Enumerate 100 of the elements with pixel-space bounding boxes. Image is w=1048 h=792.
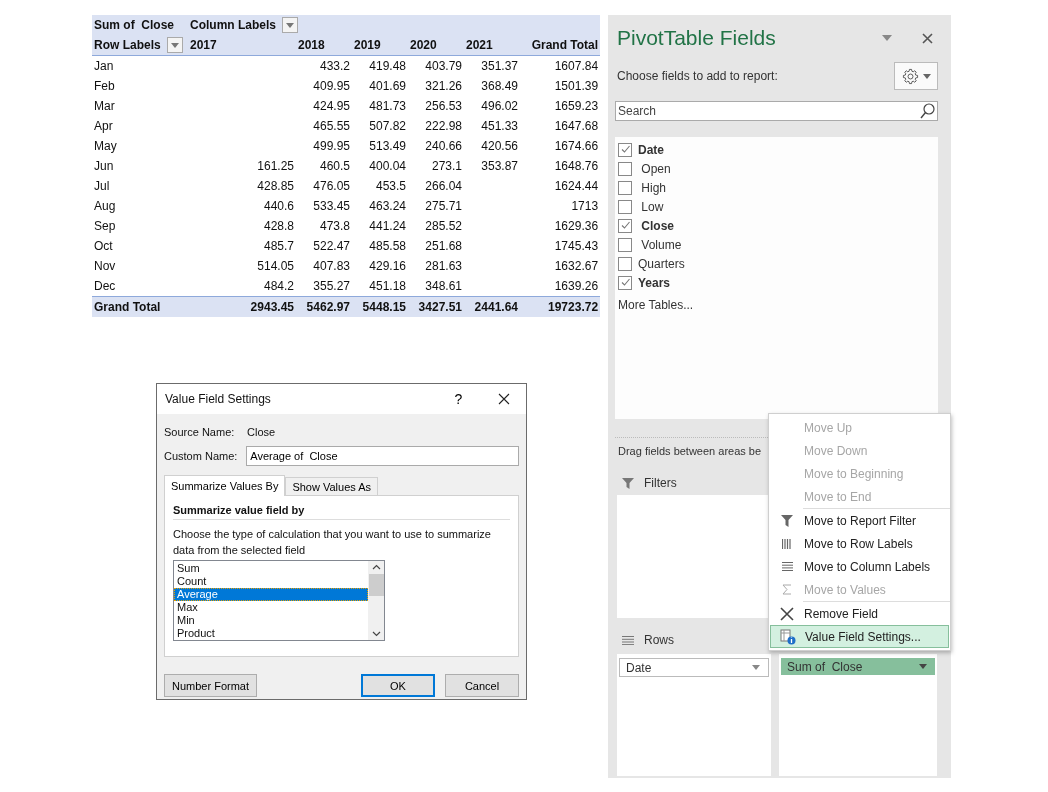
search-icon bbox=[920, 103, 935, 119]
dialog-button[interactable]: OK bbox=[361, 674, 435, 697]
column-header: 2019 bbox=[354, 38, 381, 52]
description-text: Choose the type of calculation that you want to use to summarize data from the selected field bbox=[173, 527, 492, 558]
list-item[interactable]: Average bbox=[174, 588, 368, 601]
help-button[interactable]: ? bbox=[436, 384, 481, 414]
table-cell: 441.24 bbox=[369, 219, 406, 233]
checkbox[interactable] bbox=[618, 180, 632, 195]
rows-icon bbox=[622, 635, 634, 645]
table-cell: 1607.84 bbox=[554, 59, 599, 73]
field-name[interactable]: Quarters bbox=[638, 256, 685, 271]
pane-title: PivotTable Fields bbox=[617, 26, 776, 50]
table-cell: 161.25 bbox=[257, 159, 294, 173]
close-icon bbox=[497, 393, 510, 405]
table-cell: 507.82 bbox=[369, 119, 406, 133]
total-cell: 19723.72 bbox=[548, 300, 599, 314]
close-icon[interactable] bbox=[922, 32, 933, 44]
field-name[interactable]: Low bbox=[638, 199, 664, 214]
row-label: Aug bbox=[94, 199, 116, 213]
checkbox[interactable] bbox=[618, 237, 632, 252]
menu-item[interactable]: Move to Report Filter bbox=[770, 509, 949, 532]
tab[interactable]: Show Values As bbox=[285, 477, 379, 495]
row-label: Oct bbox=[94, 239, 113, 253]
list-item[interactable]: Count bbox=[174, 575, 368, 588]
custom-name-field[interactable]: Average of Close bbox=[246, 446, 519, 466]
table-cell: 409.95 bbox=[313, 79, 350, 93]
field-label: Custom Name: bbox=[164, 450, 239, 462]
table-cell: 400.04 bbox=[369, 159, 406, 173]
table-cell: 451.18 bbox=[369, 279, 406, 293]
table-cell: 1659.23 bbox=[554, 99, 599, 113]
column-header: 2020 bbox=[410, 38, 437, 52]
checkbox[interactable] bbox=[618, 275, 632, 290]
column-bars-icon bbox=[782, 538, 792, 549]
table-cell: 499.95 bbox=[313, 139, 350, 153]
total-cell: 3427.51 bbox=[418, 300, 462, 314]
table-cell: 273.1 bbox=[431, 159, 462, 173]
tab[interactable]: Summarize Values By bbox=[164, 475, 286, 496]
dialog-button[interactable]: Number Format bbox=[164, 674, 258, 697]
table-cell: 463.24 bbox=[369, 199, 406, 213]
dialog-button[interactable]: Cancel bbox=[445, 674, 519, 697]
search-field[interactable]: Search bbox=[615, 101, 938, 121]
table-cell: 1745.43 bbox=[554, 239, 599, 253]
caret-icon[interactable] bbox=[882, 35, 892, 41]
table-cell: 1629.36 bbox=[554, 219, 599, 233]
table-cell: 222.98 bbox=[425, 119, 462, 133]
menu-item[interactable]: Move to Row Labels bbox=[770, 532, 949, 555]
table-cell: 522.47 bbox=[313, 239, 350, 253]
remove-icon bbox=[780, 606, 794, 621]
table-cell: 419.48 bbox=[369, 59, 406, 73]
menu-item[interactable]: Move to Column Labels bbox=[770, 555, 949, 578]
table-cell: 353.87 bbox=[481, 159, 518, 173]
values-area[interactable]: Sum of Close bbox=[779, 654, 937, 776]
rows-area[interactable]: Date bbox=[617, 654, 771, 776]
field-name[interactable]: Date bbox=[638, 142, 664, 157]
more-tables-link[interactable]: More Tables... bbox=[615, 298, 694, 312]
menu-item[interactable]: Value Field Settings... bbox=[770, 625, 949, 648]
field-name[interactable]: Volume bbox=[638, 237, 682, 252]
table-cell: 407.83 bbox=[313, 259, 350, 273]
field-name[interactable]: High bbox=[638, 180, 666, 195]
checkbox[interactable] bbox=[618, 142, 632, 157]
checkbox[interactable] bbox=[618, 218, 632, 233]
list-item[interactable]: Max bbox=[174, 601, 368, 614]
checkbox[interactable] bbox=[618, 161, 632, 176]
table-cell: 1647.68 bbox=[554, 119, 599, 133]
scrollbar[interactable] bbox=[368, 561, 384, 640]
value-label: Sum of Close bbox=[94, 18, 174, 32]
table-cell: 476.05 bbox=[313, 179, 350, 193]
caret-icon bbox=[919, 664, 927, 669]
menu-item[interactable]: Remove Field bbox=[770, 602, 949, 625]
area-field-item[interactable]: Sum of Close bbox=[781, 658, 935, 675]
checkbox[interactable] bbox=[618, 256, 632, 271]
filter-dropdown-button[interactable] bbox=[282, 17, 298, 33]
window-title: Value Field Settings bbox=[165, 392, 271, 406]
checkbox[interactable] bbox=[618, 199, 632, 214]
table-cell: 473.8 bbox=[319, 219, 350, 233]
table-cell: 1639.26 bbox=[554, 279, 599, 293]
table-cell: 355.27 bbox=[313, 279, 350, 293]
column-header: 2021 bbox=[466, 38, 493, 52]
total-cell: 5448.15 bbox=[362, 300, 406, 314]
field-name[interactable]: Open bbox=[638, 161, 671, 176]
table-cell: 496.02 bbox=[481, 99, 518, 113]
function-listbox[interactable]: Sum Count Average Max Min Product bbox=[173, 560, 385, 641]
list-item[interactable]: Product bbox=[174, 627, 368, 640]
table-cell: 1632.67 bbox=[554, 259, 599, 273]
gear-icon bbox=[901, 67, 919, 85]
filter-icon bbox=[781, 514, 793, 527]
table-cell: 420.56 bbox=[481, 139, 518, 153]
list-item[interactable]: Min bbox=[174, 614, 368, 627]
list-item[interactable]: Sum bbox=[174, 562, 368, 575]
field-name[interactable]: Years bbox=[638, 275, 671, 290]
filter-dropdown-button[interactable] bbox=[166, 37, 183, 53]
field-name[interactable]: Close bbox=[638, 218, 674, 233]
table-cell: 513.49 bbox=[369, 139, 406, 153]
settings-button[interactable] bbox=[894, 62, 938, 90]
column-header: Grand Total bbox=[531, 38, 599, 52]
table-cell: 1674.66 bbox=[554, 139, 599, 153]
row-label: Mar bbox=[94, 99, 115, 113]
area-field-item[interactable]: Date bbox=[619, 658, 769, 677]
table-cell: 451.33 bbox=[481, 119, 518, 133]
total-cell: 5462.97 bbox=[306, 300, 350, 314]
